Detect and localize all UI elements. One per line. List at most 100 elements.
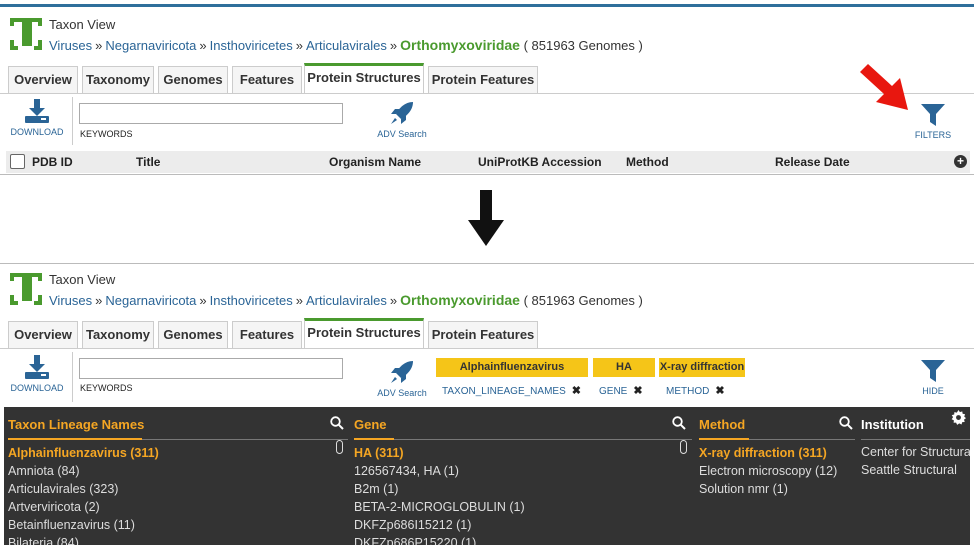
filters-button[interactable]: FILTERS xyxy=(908,104,958,140)
adv-search-label: ADV Search xyxy=(377,388,427,398)
tab-features[interactable]: Features xyxy=(232,321,302,349)
filter-panel: Taxon Lineage Names Alphainfluenzavirus … xyxy=(4,407,970,545)
tab-protein-features[interactable]: Protein Features xyxy=(428,321,538,349)
filter-option[interactable]: Electron microscopy (12) xyxy=(699,464,837,478)
panel-divider xyxy=(0,263,974,264)
col-pdb-id[interactable]: PDB ID xyxy=(32,155,73,169)
col-title[interactable]: Title xyxy=(136,155,160,169)
scrollbar[interactable] xyxy=(680,440,687,454)
search-icon[interactable] xyxy=(672,416,686,430)
column-underline xyxy=(354,438,692,440)
adv-search-button-2[interactable]: ADV Search xyxy=(374,359,430,398)
filter-option[interactable]: Betainfluenzavirus (11) xyxy=(8,518,135,532)
filter-option[interactable]: 126567434, HA (1) xyxy=(354,464,459,478)
tab-genomes[interactable]: Genomes xyxy=(158,321,228,349)
filter-chip-taxon: Alphainfluenzavirus xyxy=(436,358,588,377)
search-icon[interactable] xyxy=(839,416,853,430)
tab-underline-2 xyxy=(0,348,974,349)
column-underline xyxy=(8,438,348,440)
filter-option[interactable]: HA (311) xyxy=(354,446,404,460)
tab-protein-structures[interactable]: Protein Structures xyxy=(304,63,424,94)
search-icon[interactable] xyxy=(330,416,344,430)
filter-option[interactable]: Alphainfluenzavirus (311) xyxy=(8,446,159,460)
filter-column-title: Institution xyxy=(861,417,924,432)
col-release-date[interactable]: Release Date xyxy=(775,155,850,169)
filter-option[interactable]: DKFZp686I15212 (1) xyxy=(354,518,471,532)
adv-search-button[interactable]: ADV Search xyxy=(374,100,430,139)
toolbar-divider-2 xyxy=(72,352,73,402)
tab-taxonomy[interactable]: Taxonomy xyxy=(82,66,154,94)
filter-option[interactable]: Amniota (84) xyxy=(8,464,80,478)
tab-genomes[interactable]: Genomes xyxy=(158,66,228,94)
keywords-input-2[interactable] xyxy=(79,358,343,379)
download-button[interactable]: DOWNLOAD xyxy=(8,99,66,137)
table-bottom-line xyxy=(0,174,974,175)
add-column-icon[interactable]: + xyxy=(954,155,967,168)
table-header: PDB ID Title Organism Name UniProtKB Acc… xyxy=(6,151,970,173)
keywords-label: KEYWORDS xyxy=(80,129,133,139)
filter-column-title: Taxon Lineage Names xyxy=(8,417,145,432)
filter-chip-method: X-ray diffraction xyxy=(659,358,745,377)
download-label: DOWNLOAD xyxy=(10,383,64,393)
col-uniprotkb-accession[interactable]: UniProtKB Accession xyxy=(478,155,602,169)
genome-count: ( 851963 Genomes ) xyxy=(523,38,643,53)
tab-overview[interactable]: Overview xyxy=(8,321,78,349)
filter-field-label: METHOD xyxy=(666,386,710,397)
breadcrumb-articulavirales[interactable]: Articulavirales xyxy=(306,38,387,53)
tab-protein-features[interactable]: Protein Features xyxy=(428,66,538,94)
column-underline xyxy=(699,438,855,440)
filter-column-gene: Gene HA (311) 126567434, HA (1) B2m (1) … xyxy=(354,407,694,545)
breadcrumb-articulavirales[interactable]: Articulavirales xyxy=(306,293,387,308)
filter-option[interactable]: X-ray diffraction (311) xyxy=(699,446,827,460)
remove-filter-icon[interactable]: ✖ xyxy=(633,385,642,397)
tab-features[interactable]: Features xyxy=(232,66,302,94)
breadcrumb: Viruses» Negarnaviricota» Insthoviricetes»… xyxy=(49,37,643,53)
rocket-icon xyxy=(391,102,413,124)
top-border xyxy=(0,4,974,7)
filter-chip-taxon-field: TAXON_LINEAGE_NAMES ✖ xyxy=(442,384,581,397)
genome-count: ( 851963 Genomes ) xyxy=(523,293,643,308)
tab-taxonomy[interactable]: Taxonomy xyxy=(82,321,154,349)
filter-option[interactable]: BETA-2-MICROGLOBULIN (1) xyxy=(354,500,525,514)
filters-label: FILTERS xyxy=(914,130,952,140)
gear-icon[interactable] xyxy=(951,410,966,425)
filter-column-method: Method X-ray diffraction (311) Electron … xyxy=(699,407,855,545)
filter-option[interactable]: Artverviricota (2) xyxy=(8,500,100,514)
hide-filters-button[interactable]: HIDE xyxy=(908,360,958,396)
download-icon xyxy=(25,355,49,379)
tab-underline xyxy=(0,93,974,94)
breadcrumb-insthoviricetes[interactable]: Insthoviricetes xyxy=(210,293,293,308)
filter-option[interactable]: B2m (1) xyxy=(354,482,398,496)
filter-option[interactable]: Seattle Structural xyxy=(861,463,957,477)
remove-filter-icon[interactable]: ✖ xyxy=(715,385,724,397)
filter-option[interactable]: DKFZp686P15220 (1) xyxy=(354,536,476,545)
breadcrumb-negarnaviricota[interactable]: Negarnaviricota xyxy=(105,293,196,308)
taxon-logo-icon xyxy=(10,18,42,50)
keywords-input[interactable] xyxy=(79,103,343,124)
remove-filter-icon[interactable]: ✖ xyxy=(572,385,581,397)
tab-protein-structures[interactable]: Protein Structures xyxy=(304,318,424,349)
download-button-2[interactable]: DOWNLOAD xyxy=(8,355,66,393)
breadcrumb-negarnaviricota[interactable]: Negarnaviricota xyxy=(105,38,196,53)
filter-column-taxon: Taxon Lineage Names Alphainfluenzavirus … xyxy=(8,407,348,545)
filter-option[interactable]: Solution nmr (1) xyxy=(699,482,788,496)
col-organism-name[interactable]: Organism Name xyxy=(329,155,421,169)
breadcrumb-2: Viruses» Negarnaviricota» Insthoviricetes»… xyxy=(49,292,643,308)
select-all-checkbox[interactable] xyxy=(10,154,25,169)
view-title: Taxon View xyxy=(49,17,116,32)
breadcrumb-insthoviricetes[interactable]: Insthoviricetes xyxy=(210,38,293,53)
adv-search-label: ADV Search xyxy=(377,129,427,139)
scrollbar[interactable] xyxy=(336,440,343,454)
filter-option[interactable]: Center for Structural xyxy=(861,445,970,459)
tab-overview[interactable]: Overview xyxy=(8,66,78,94)
breadcrumb-viruses[interactable]: Viruses xyxy=(49,38,92,53)
col-method[interactable]: Method xyxy=(626,155,669,169)
breadcrumb-viruses[interactable]: Viruses xyxy=(49,293,92,308)
filter-column-title: Method xyxy=(699,417,746,432)
funnel-icon xyxy=(921,360,945,382)
breadcrumb-current: Orthomyxoviridae xyxy=(400,292,520,308)
filter-option[interactable]: Articulavirales (323) xyxy=(8,482,118,496)
filter-field-label: GENE xyxy=(599,386,628,397)
filter-option[interactable]: Bilateria (84) xyxy=(8,536,79,545)
view-title-2: Taxon View xyxy=(49,272,116,287)
